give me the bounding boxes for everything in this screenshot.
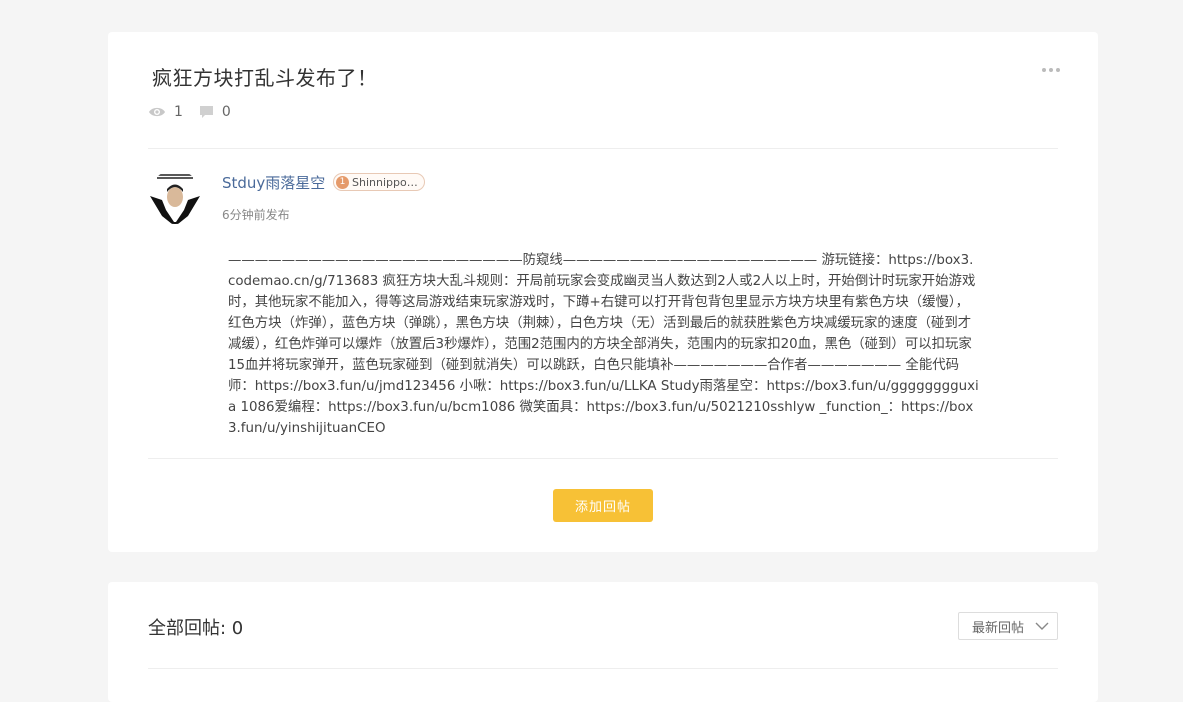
post-title: 疯狂方块打乱斗发布了！ (152, 66, 378, 90)
post-time: 6分钟前发布 (222, 208, 290, 222)
divider (148, 148, 1058, 149)
author-badge[interactable]: 1 Shinnippori... (333, 173, 425, 191)
sort-select-value: 最新回帖 (972, 620, 1025, 636)
comment-count: 0 (199, 104, 231, 120)
more-dots-icon[interactable] (1042, 66, 1060, 74)
post-stats: 1 0 (148, 104, 247, 120)
chevron-down-icon (1035, 619, 1049, 634)
avatar[interactable] (148, 170, 202, 224)
comment-icon (199, 105, 214, 119)
divider (148, 458, 1058, 459)
post-card: 疯狂方块打乱斗发布了！ 1 0 Stduy雨落星空 1 Shinnippori.… (108, 32, 1098, 552)
view-count: 1 (148, 104, 183, 120)
badge-level: 1 (336, 175, 349, 189)
divider (148, 668, 1058, 669)
replies-title: 全部回帖: 0 (148, 618, 244, 639)
add-reply-button[interactable]: 添加回帖 (553, 489, 653, 522)
eye-icon (148, 106, 166, 118)
badge-text: Shinnippori... (352, 175, 420, 189)
author-name[interactable]: Stduy雨落星空 (222, 172, 325, 193)
sort-select[interactable]: 最新回帖 (958, 612, 1058, 640)
view-count-value: 1 (174, 104, 183, 120)
comment-count-value: 0 (221, 104, 231, 120)
post-body: ——————————————————————防窥线———————————————… (228, 253, 979, 436)
replies-card: 全部回帖: 0 最新回帖 (108, 582, 1098, 702)
